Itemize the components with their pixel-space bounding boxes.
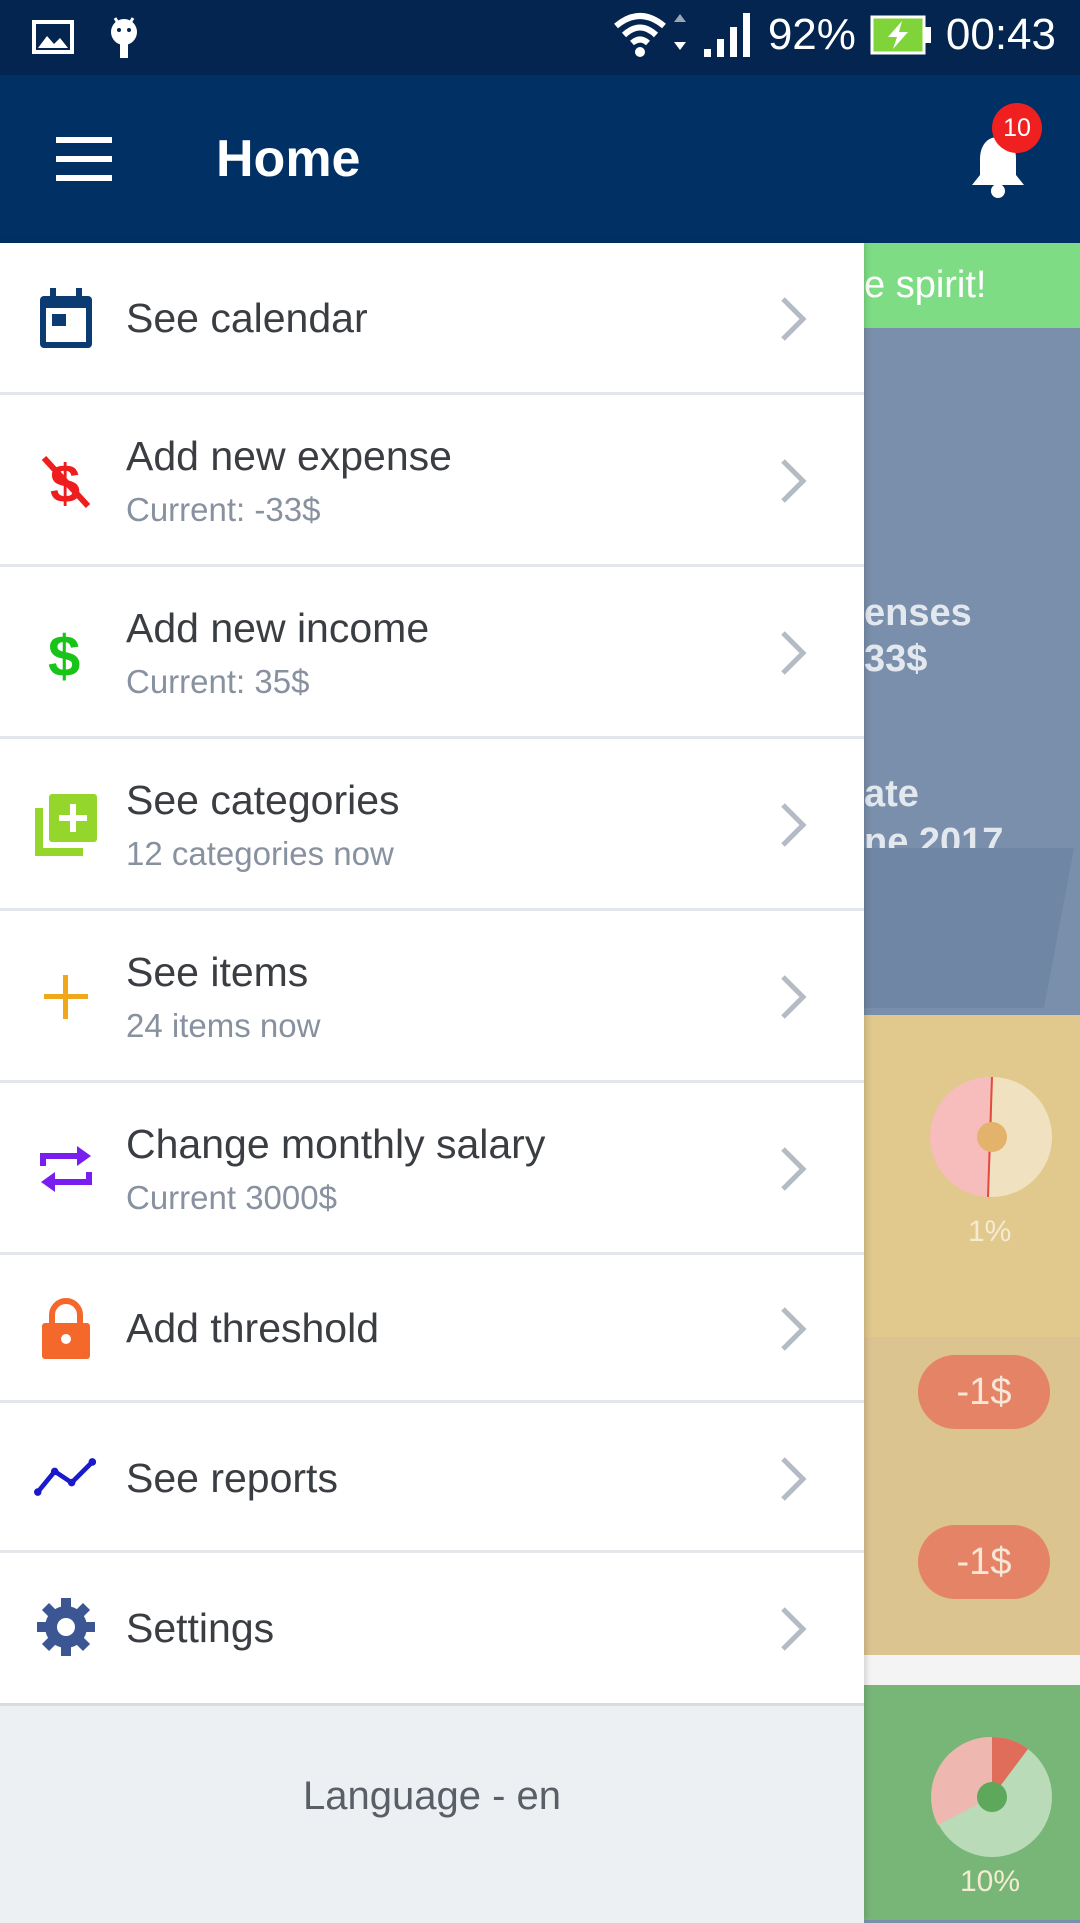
- drawer-item-add-threshold[interactable]: Add threshold: [0, 1255, 864, 1403]
- language-selector[interactable]: Language - en: [0, 1774, 864, 1819]
- repeat-icon: [34, 1137, 98, 1201]
- clock: 00:43: [945, 10, 1056, 59]
- chevron-right-icon: [781, 1607, 807, 1651]
- income-card: 10%: [864, 1685, 1080, 1920]
- drawer-item-subtitle: 24 items now: [126, 1007, 321, 1044]
- plus-icon: [34, 965, 98, 1029]
- notification-badge: 10: [992, 103, 1042, 153]
- page-title: Home: [216, 130, 361, 188]
- lock-icon: [34, 1297, 98, 1361]
- app-bar: Home 10: [0, 75, 1080, 243]
- pie-percent: 1%: [968, 1215, 1012, 1248]
- chevron-right-icon: [781, 1147, 807, 1191]
- drawer-item-subtitle: 12 categories now: [126, 835, 394, 872]
- drawer-item-label: See items: [126, 949, 309, 995]
- drawer-item-label: Settings: [126, 1605, 275, 1651]
- android-icon: [111, 17, 137, 58]
- chevron-right-icon: [781, 1457, 807, 1501]
- drawer-item-label: Add threshold: [126, 1305, 380, 1351]
- money-off-icon: $: [34, 449, 98, 513]
- wifi-icon: [613, 13, 686, 57]
- chevron-right-icon: [781, 803, 807, 847]
- drawer-item-label: Add new income: [126, 605, 430, 651]
- trending-icon: [34, 1445, 98, 1509]
- banner-text: e spirit!: [864, 264, 987, 306]
- card-gap: [864, 1655, 1080, 1685]
- expenses-label: enses: [864, 592, 972, 634]
- battery-charging-icon: [870, 15, 931, 55]
- drawer-item-see-calendar[interactable]: See calendar: [0, 243, 864, 395]
- navigation-drawer: See calendar $ Add new expense Current: …: [0, 243, 864, 1923]
- expenses-value: 33$: [864, 638, 928, 680]
- drawer-item-label: See calendar: [126, 295, 368, 341]
- drawer-item-change-salary[interactable]: Change monthly salary Current 3000$: [0, 1083, 864, 1255]
- drawer-item-subtitle: Current 3000$: [126, 1179, 337, 1216]
- drawer-item-label: Add new expense: [126, 433, 452, 479]
- card-divider: [864, 848, 1074, 1008]
- amount-pill: -1$: [918, 1355, 1050, 1429]
- svg-text:$: $: [48, 624, 80, 684]
- gear-icon: [34, 1595, 98, 1659]
- motivation-banner: e spirit!: [864, 243, 1080, 328]
- chevron-right-icon: [781, 631, 807, 675]
- drawer-item-label: See categories: [126, 777, 400, 823]
- drawer-item-label: Change monthly salary: [126, 1121, 546, 1167]
- drawer-item-subtitle: Current: 35$: [126, 663, 310, 700]
- drawer-item-add-income[interactable]: $ Add new income Current: 35$: [0, 567, 864, 739]
- dollar-icon: $: [34, 621, 98, 685]
- drawer-footer: Language - en: [0, 1703, 864, 1923]
- chevron-right-icon: [781, 975, 807, 1019]
- calendar-icon: [34, 287, 98, 351]
- drawer-item-settings[interactable]: Settings: [0, 1553, 864, 1703]
- drawer-item-subtitle: Current: -33$: [126, 491, 321, 528]
- pie-chart-small: [930, 1076, 1052, 1198]
- date-label: ate: [864, 773, 919, 815]
- status-bar: 92% 00:43: [0, 0, 1080, 75]
- battery-percent: 92%: [767, 10, 856, 59]
- add-library-icon: [34, 793, 98, 857]
- dashboard-background: e spirit! enses 33$ ate ne 2017 1% -1$ -…: [864, 243, 1080, 1920]
- signal-icon: [703, 13, 750, 57]
- amount-pill: -1$: [918, 1525, 1050, 1599]
- drawer-item-add-expense[interactable]: $ Add new expense Current: -33$: [0, 395, 864, 567]
- pie-percent: 10%: [960, 1865, 1021, 1898]
- drawer-item-see-categories[interactable]: See categories 12 categories now: [0, 739, 864, 911]
- drawer-item-see-items[interactable]: See items 24 items now: [0, 911, 864, 1083]
- pie-chart-small: [931, 1736, 1052, 1857]
- drawer-item-label: See reports: [126, 1455, 338, 1501]
- chevron-right-icon: [781, 1307, 807, 1351]
- drawer-item-see-reports[interactable]: See reports: [0, 1403, 864, 1553]
- menu-icon[interactable]: [56, 137, 112, 181]
- category-card: 1% -1$ -1$: [864, 1015, 1080, 1655]
- image-icon: [32, 20, 74, 54]
- chevron-right-icon: [781, 459, 807, 503]
- chevron-right-icon: [781, 297, 807, 341]
